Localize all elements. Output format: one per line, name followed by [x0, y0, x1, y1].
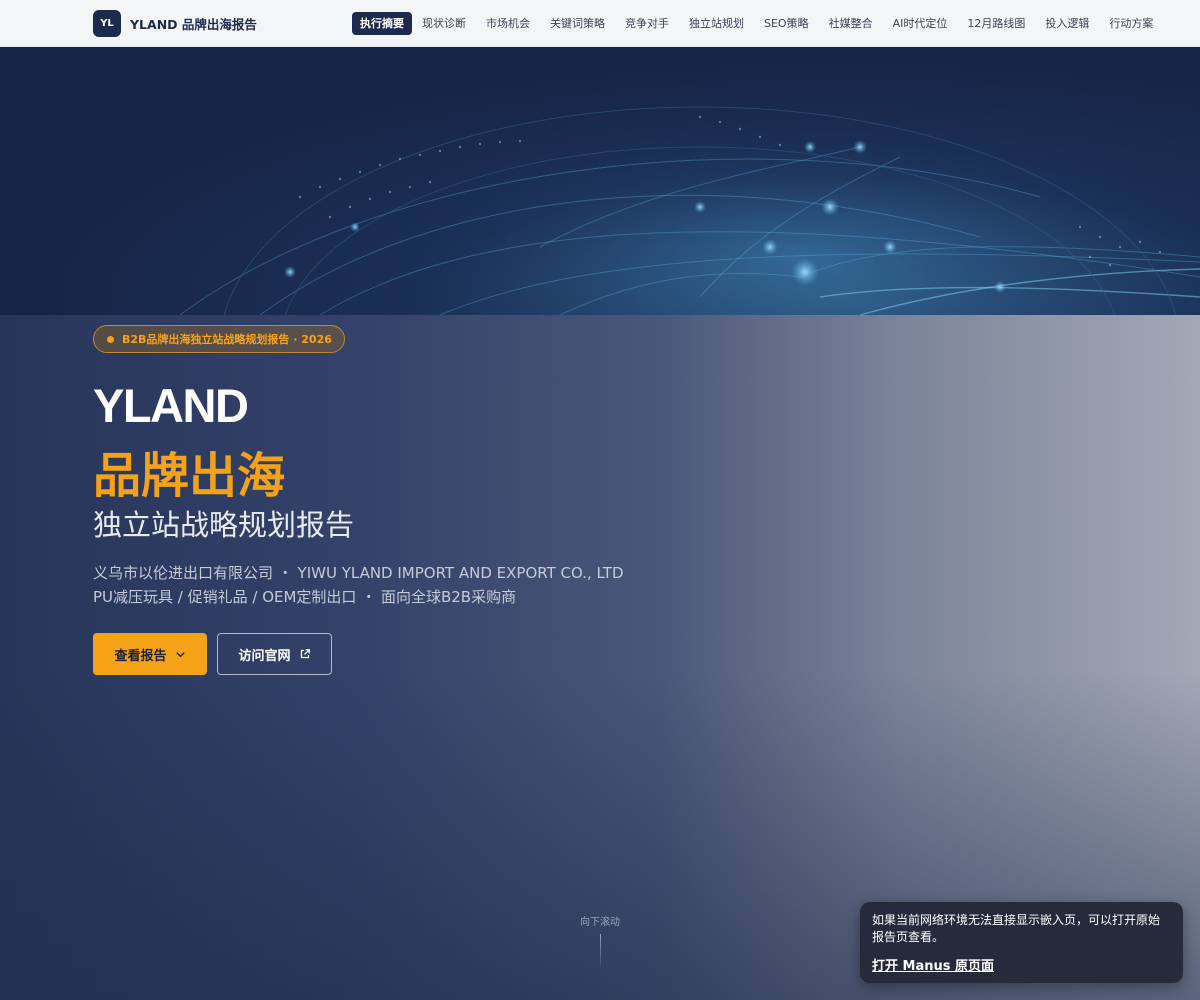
visit-website-label: 访问官网	[238, 648, 291, 664]
nav-item-0[interactable]: 执行摘要	[352, 12, 412, 35]
report-tag-badge: B2B品牌出海独立站战略规划报告 · 2026	[93, 325, 345, 353]
globe-network-illustration	[179, 106, 1200, 315]
view-report-button[interactable]: 查看报告	[93, 633, 207, 675]
nav-item-8[interactable]: AI时代定位	[883, 12, 958, 35]
section-nav: 执行摘要 现状诊断 市场机会 关键词策略 竞争对手 独立站规划 SEO策略 社媒整合 AI时代定…	[352, 12, 1163, 35]
brand-name[interactable]: YLAND 品牌出海报告	[130, 14, 257, 33]
nav-item-3[interactable]: 关键词策略	[540, 12, 615, 35]
nav-item-11[interactable]: 行动方案	[1099, 12, 1163, 35]
visit-website-button[interactable]: 访问官网	[217, 633, 332, 675]
view-report-label: 查看报告	[114, 648, 167, 664]
badge-label: B2B品牌出海独立站战略规划报告 · 2026	[122, 333, 332, 346]
scroll-indicator-line	[600, 934, 601, 970]
nav-item-2[interactable]: 市场机会	[476, 12, 540, 35]
hero-globe-banner	[0, 47, 1200, 315]
open-original-page-link[interactable]: 打开 Manus 原页面	[872, 955, 994, 974]
nav-item-4[interactable]: 竞争对手	[615, 12, 679, 35]
nav-item-9[interactable]: 12月路线图	[957, 12, 1035, 35]
external-link-icon	[299, 648, 311, 660]
chevron-down-icon	[175, 649, 186, 660]
nav-item-7[interactable]: 社媒整合	[819, 12, 883, 35]
nav-item-5[interactable]: 独立站规划	[679, 12, 754, 35]
hero-subtitle: 独立站战略规划报告	[93, 508, 355, 542]
hero-title-english: YLAND	[93, 379, 249, 432]
scroll-down-hint: 向下滚动	[580, 917, 620, 928]
business-description: PU减压玩具 / 促销礼品 / OEM定制出口 ・ 面向全球B2B采购商	[93, 588, 517, 606]
hero-title-chinese: 品牌出海	[93, 448, 286, 504]
fallback-notice-toast: 如果当前网络环境无法直接显示嵌入页，可以打开原始报告页查看。 打开 Manus …	[860, 902, 1183, 983]
nav-item-1[interactable]: 现状诊断	[412, 12, 476, 35]
top-navigation-bar: YL YLAND 品牌出海报告 执行摘要 现状诊断 市场机会 关键词策略 竞争对手 独立站…	[0, 0, 1200, 47]
nav-item-6[interactable]: SEO策略	[754, 12, 819, 35]
logo-badge[interactable]: YL	[93, 10, 121, 37]
company-description: 义乌市以伦进出口有限公司 ・ YIWU YLAND IMPORT AND EXP…	[93, 564, 624, 582]
toast-message: 如果当前网络环境无法直接显示嵌入页，可以打开原始报告页查看。	[872, 913, 1161, 944]
nav-item-10[interactable]: 投入逻辑	[1035, 12, 1099, 35]
badge-dot-icon	[107, 335, 114, 343]
